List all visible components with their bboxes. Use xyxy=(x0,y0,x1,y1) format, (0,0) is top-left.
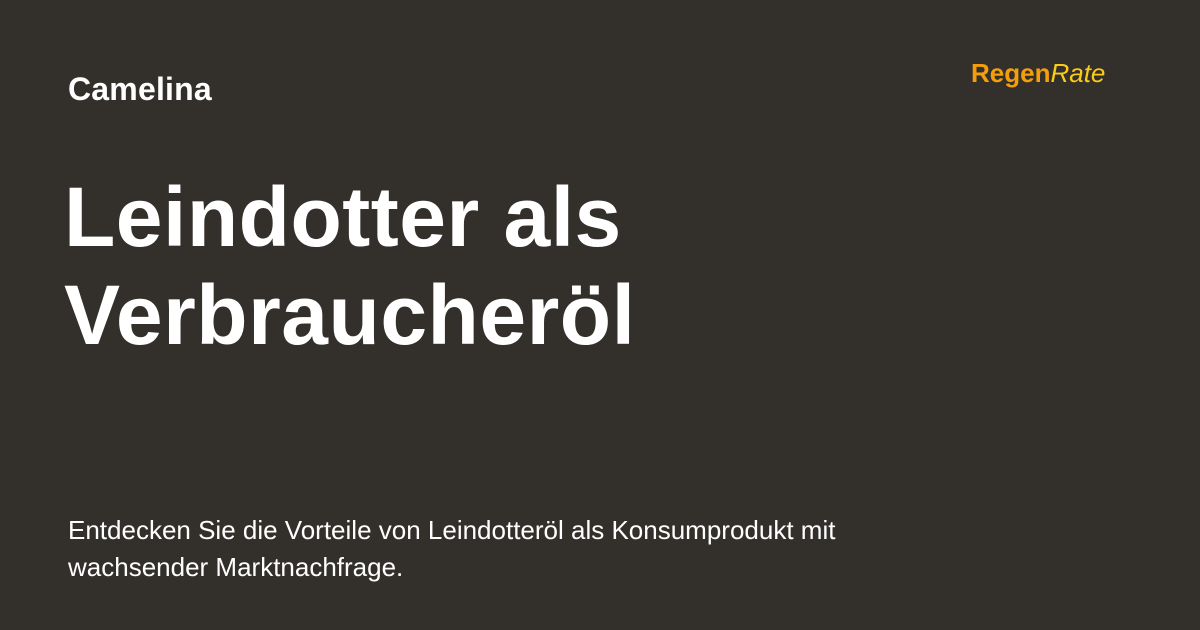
logo-regen-text: Regen xyxy=(971,58,1051,88)
description-line-2: wachsender Marktnachfrage. xyxy=(68,552,404,582)
regenrate-logo: RegenRate xyxy=(971,58,1105,88)
page-title: Leindotter als Verbraucheröl xyxy=(64,168,1114,364)
page-description: Entdecken Sie die Vorteile von Leindotte… xyxy=(68,512,1068,586)
category-label: Camelina xyxy=(68,71,212,107)
logo-rate-text: Rate xyxy=(1050,58,1106,88)
title-line-1: Leindotter als xyxy=(64,170,622,264)
title-line-2: Verbraucheröl xyxy=(64,268,636,362)
description-line-1: Entdecken Sie die Vorteile von Leindotte… xyxy=(68,515,836,545)
